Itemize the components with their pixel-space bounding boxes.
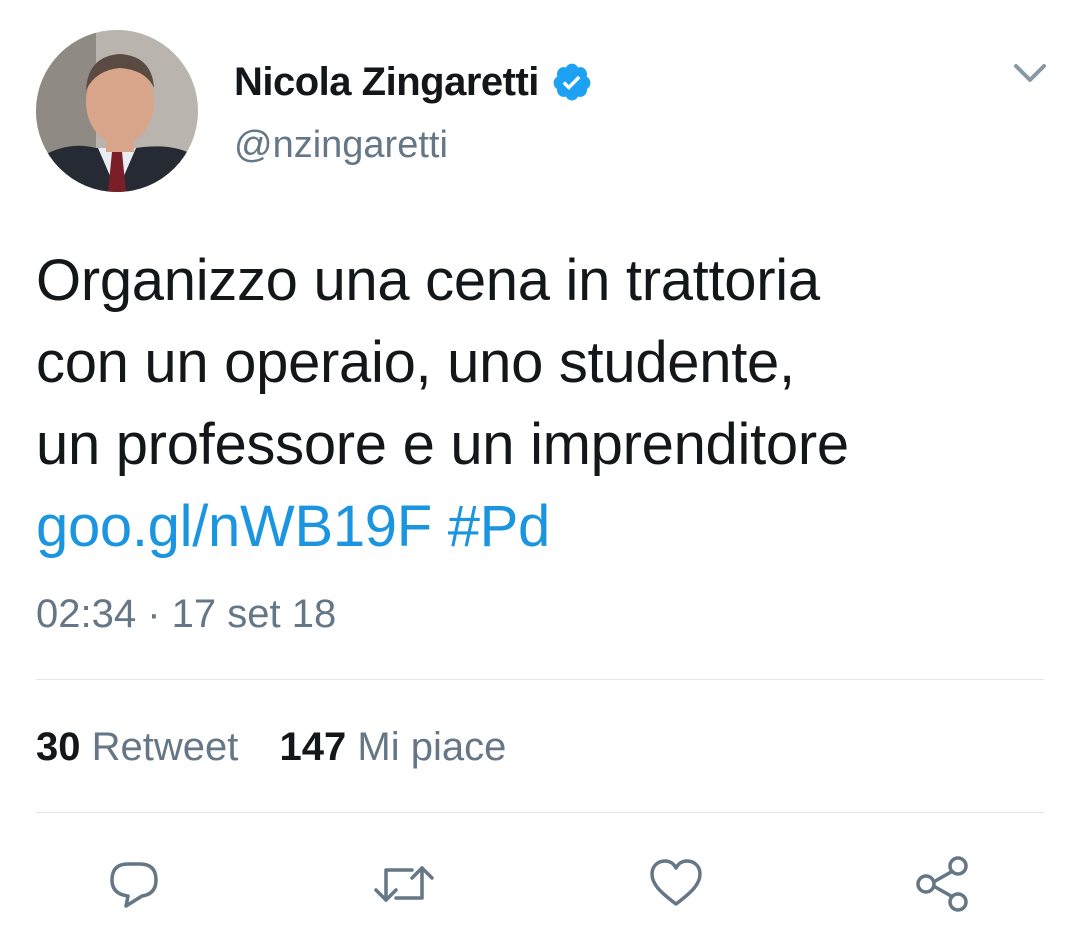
like-button[interactable] [644,852,708,916]
likes-stat[interactable]: 147 Mi piace [280,722,507,772]
tweet-text: Organizzo una cena in trattoria con un o… [36,240,1056,568]
share-button[interactable] [912,852,976,916]
author-name-text: Nicola Zingaretti [234,60,539,104]
retweets-count: 30 [36,725,81,769]
likes-label: Mi piace [357,725,507,769]
heart-icon [650,859,702,906]
divider [36,812,1044,813]
divider [36,679,1044,680]
retweet-button[interactable] [372,852,436,916]
retweet-icon [374,866,434,902]
reply-button[interactable] [102,852,166,916]
retweets-stat[interactable]: 30 Retweet [36,722,238,772]
tweet-link[interactable]: goo.gl/nWB19F [36,494,432,559]
share-icon [916,856,968,912]
tweet-text-line: con un operaio, uno studente, [36,330,795,395]
tweet-text-line: Organizzo una cena in trattoria [36,248,820,313]
avatar-photo [36,30,198,192]
avatar[interactable] [36,30,198,192]
retweets-label: Retweet [91,725,239,769]
likes-count: 147 [279,725,347,769]
author-name[interactable]: Nicola Zingaretti [234,58,593,106]
tweet-timestamp: 02:34 · 17 set 18 [36,592,337,636]
tweet-text-line: un professore e un imprenditore [36,412,849,477]
reply-icon [110,862,158,908]
verified-badge-icon [551,61,593,103]
hashtag-link[interactable]: #Pd [448,494,551,559]
tweet-card: Nicola Zingaretti @nzingaretti Organizzo… [0,0,1080,949]
author-handle[interactable]: @nzingaretti [234,122,448,168]
chevron-down-icon[interactable] [1008,58,1052,88]
tweet-links-line: goo.gl/nWB19F #Pd [36,486,1056,568]
tweet-stats: 30 Retweet 147 Mi piace [36,722,536,772]
